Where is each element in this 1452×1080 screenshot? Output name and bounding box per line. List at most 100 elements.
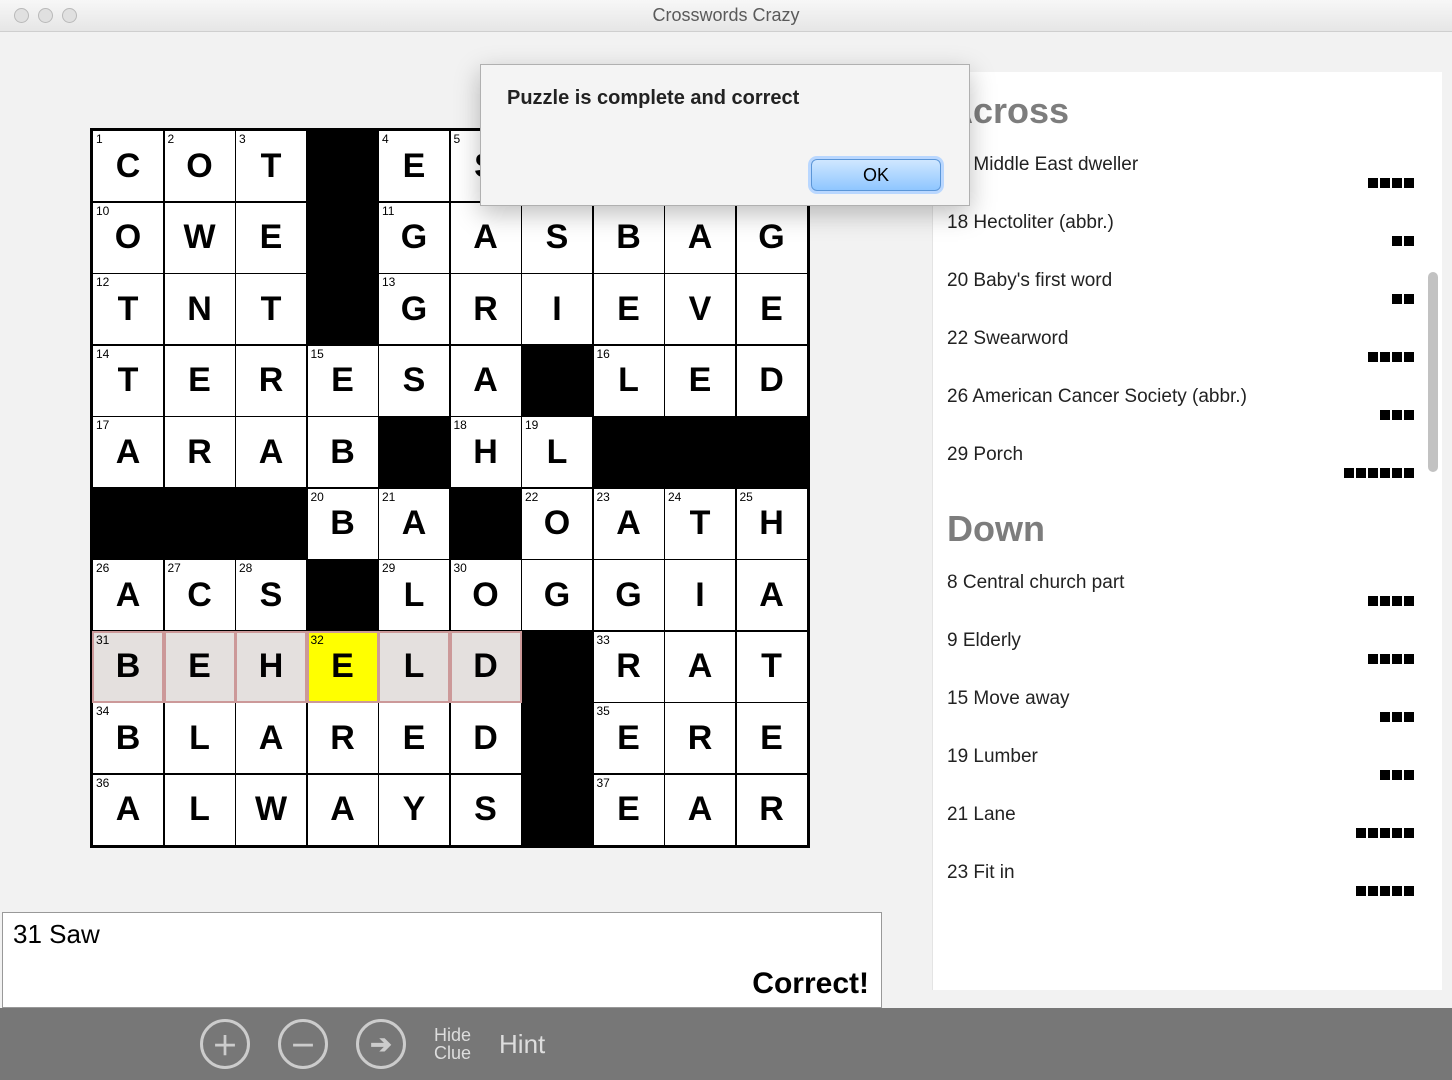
clue-item[interactable]: 26 American Cancer Society (abbr.) xyxy=(947,368,1408,426)
clue-item[interactable]: 22 Swearword xyxy=(947,310,1408,368)
grid-cell[interactable]: D xyxy=(451,703,521,773)
grid-cell[interactable]: 30O xyxy=(451,560,521,630)
grid-cell[interactable]: 13G xyxy=(379,274,449,344)
grid-cell[interactable]: 17A xyxy=(93,417,163,487)
grid-cell[interactable]: T xyxy=(737,632,807,702)
grid-cell[interactable]: I xyxy=(522,274,592,344)
grid-cell[interactable]: G xyxy=(522,560,592,630)
clue-item[interactable]: 15 Move away xyxy=(947,670,1408,728)
grid-cell[interactable]: 27C xyxy=(165,560,235,630)
grid-cell[interactable]: A xyxy=(236,417,306,487)
grid-cell[interactable]: 28S xyxy=(236,560,306,630)
grid-cell[interactable]: A xyxy=(665,632,735,702)
clue-item[interactable]: 23 Fit in xyxy=(947,844,1408,902)
clue-item[interactable]: 18 Hectoliter (abbr.) xyxy=(947,194,1408,252)
grid-cell[interactable]: E xyxy=(236,203,306,273)
grid-cell[interactable]: 11G xyxy=(379,203,449,273)
grid-cell[interactable]: 31B xyxy=(93,632,163,702)
grid-cell[interactable]: E xyxy=(379,703,449,773)
clue-item[interactable]: 9 Elderly xyxy=(947,612,1408,670)
grid-cell[interactable]: W xyxy=(236,775,306,845)
grid-cell[interactable]: 32E xyxy=(308,632,378,702)
grid-cell[interactable]: R xyxy=(451,274,521,344)
zoom-in-button[interactable]: ＋ xyxy=(200,1019,250,1069)
grid-cell[interactable]: 19L xyxy=(522,417,592,487)
grid-cell[interactable]: B xyxy=(594,203,664,273)
grid-cell[interactable]: S xyxy=(522,203,592,273)
grid-cell[interactable]: 18H xyxy=(451,417,521,487)
grid-cell[interactable]: A xyxy=(451,346,521,416)
zoom-out-button[interactable]: － xyxy=(278,1019,328,1069)
grid-cell[interactable]: L xyxy=(165,703,235,773)
scrollbar[interactable] xyxy=(1428,272,1438,472)
grid-cell[interactable]: 2O xyxy=(165,131,235,201)
grid-cell[interactable]: A xyxy=(665,775,735,845)
clue-item[interactable]: 19 Lumber xyxy=(947,728,1408,786)
grid-cell[interactable]: E xyxy=(737,274,807,344)
grid-cell[interactable]: 22O xyxy=(522,489,592,559)
grid-cell[interactable]: 29L xyxy=(379,560,449,630)
grid-cell[interactable]: E xyxy=(165,346,235,416)
grid-cell[interactable]: L xyxy=(379,632,449,702)
grid-cell[interactable]: R xyxy=(737,775,807,845)
grid-cell[interactable]: E xyxy=(665,346,735,416)
grid-cell[interactable]: R xyxy=(308,703,378,773)
grid-cell[interactable]: G xyxy=(594,560,664,630)
grid-cell[interactable]: B xyxy=(308,417,378,487)
grid-cell[interactable]: 26A xyxy=(93,560,163,630)
grid-cell[interactable]: 23A xyxy=(594,489,664,559)
grid-cell[interactable]: 21A xyxy=(379,489,449,559)
grid-cell[interactable]: W xyxy=(165,203,235,273)
hint-button[interactable]: Hint xyxy=(499,1029,545,1060)
grid-cell[interactable]: 16L xyxy=(594,346,664,416)
grid-cell[interactable]: 36A xyxy=(93,775,163,845)
grid-cell[interactable]: H xyxy=(236,632,306,702)
grid-cell[interactable]: 15E xyxy=(308,346,378,416)
grid-cell[interactable]: R xyxy=(236,346,306,416)
hide-clue-button[interactable]: HideClue xyxy=(434,1026,471,1062)
grid-cell[interactable]: 33R xyxy=(594,632,664,702)
clue-scroll[interactable]: Across 17 Middle East dweller18 Hectolit… xyxy=(933,72,1442,990)
grid-cell[interactable]: E xyxy=(594,274,664,344)
grid-cell[interactable]: 37E xyxy=(594,775,664,845)
grid-cell[interactable]: D xyxy=(737,346,807,416)
grid-cell[interactable]: 10O xyxy=(93,203,163,273)
grid-cell[interactable]: 3T xyxy=(236,131,306,201)
clue-item[interactable]: 8 Central church part xyxy=(947,554,1408,612)
clue-item[interactable]: 29 Porch xyxy=(947,426,1408,484)
next-button[interactable]: ➔ xyxy=(356,1019,406,1069)
clue-item[interactable]: 17 Middle East dweller xyxy=(947,136,1408,194)
grid-cell[interactable]: T xyxy=(236,274,306,344)
grid-cell[interactable]: 1C xyxy=(93,131,163,201)
grid-cell[interactable]: L xyxy=(165,775,235,845)
grid-cell[interactable]: A xyxy=(308,775,378,845)
grid-cell[interactable]: R xyxy=(665,703,735,773)
grid-cell[interactable]: A xyxy=(665,203,735,273)
grid-cell[interactable]: A xyxy=(236,703,306,773)
grid-cell[interactable]: 14T xyxy=(93,346,163,416)
grid-cell[interactable]: S xyxy=(451,775,521,845)
grid-cell[interactable]: R xyxy=(165,417,235,487)
clue-item[interactable]: 21 Lane xyxy=(947,786,1408,844)
grid-cell[interactable]: 12T xyxy=(93,274,163,344)
grid-cell[interactable]: E xyxy=(737,703,807,773)
grid-cell[interactable]: 4E xyxy=(379,131,449,201)
clue-item[interactable]: 20 Baby's first word xyxy=(947,252,1408,310)
grid-cell[interactable]: E xyxy=(165,632,235,702)
grid-cell[interactable]: A xyxy=(451,203,521,273)
crossword-grid[interactable]: 1C2O3T4E5S6P7A8N9A10OWE11GASBAG12TNT13GR… xyxy=(90,128,810,848)
grid-cell[interactable]: 35E xyxy=(594,703,664,773)
grid-cell[interactable]: 25H xyxy=(737,489,807,559)
grid-cell[interactable]: Y xyxy=(379,775,449,845)
grid-cell[interactable]: 20B xyxy=(308,489,378,559)
grid-cell[interactable]: 34B xyxy=(93,703,163,773)
grid-cell[interactable]: I xyxy=(665,560,735,630)
grid-cell[interactable]: S xyxy=(379,346,449,416)
grid-cell[interactable]: 24T xyxy=(665,489,735,559)
grid-cell[interactable]: N xyxy=(165,274,235,344)
grid-cell[interactable]: G xyxy=(737,203,807,273)
grid-cell[interactable]: D xyxy=(451,632,521,702)
ok-button[interactable]: OK xyxy=(811,159,941,191)
grid-cell[interactable]: V xyxy=(665,274,735,344)
grid-cell[interactable]: A xyxy=(737,560,807,630)
